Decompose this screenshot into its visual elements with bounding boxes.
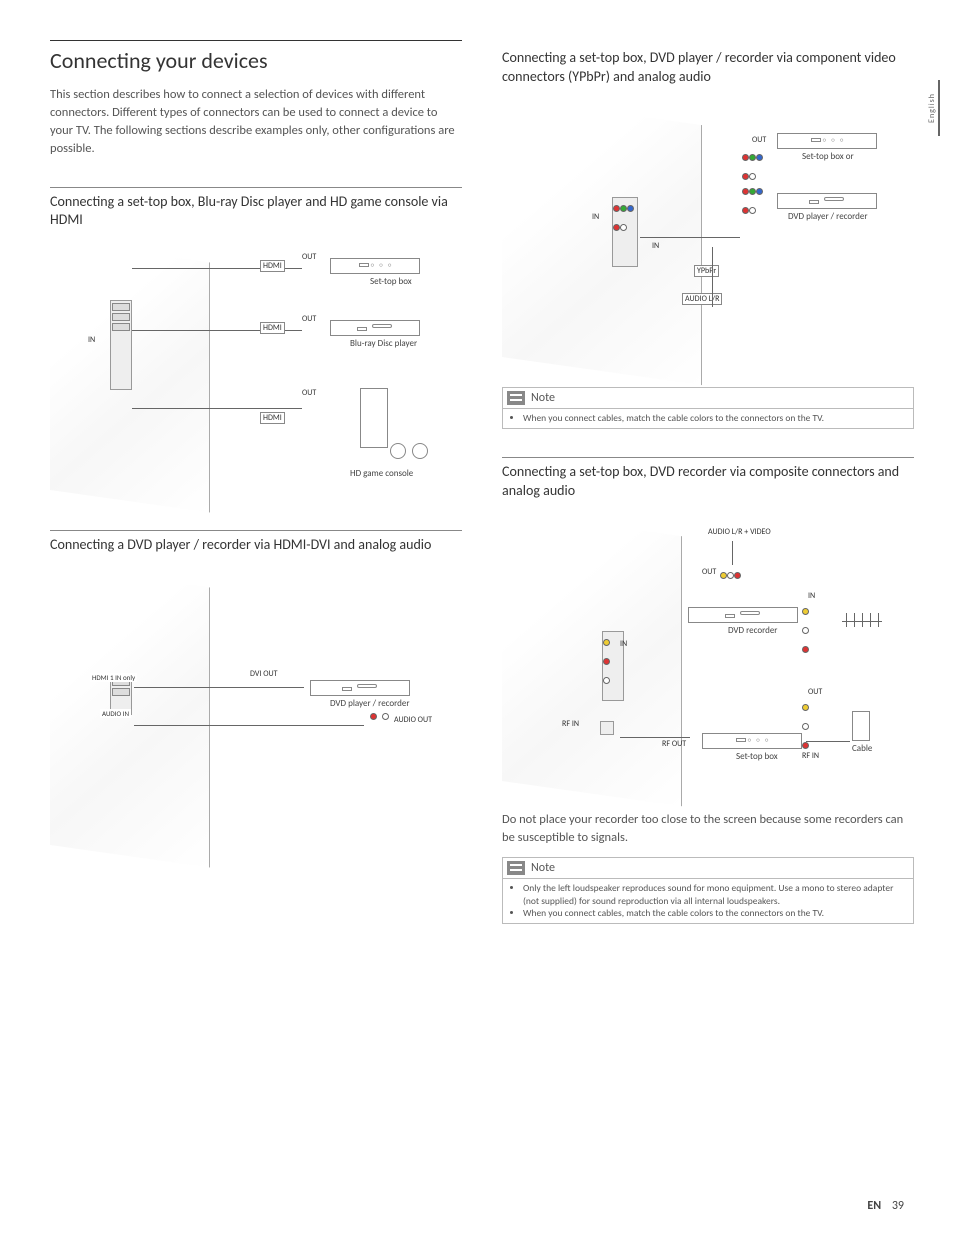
footer-page: 39: [892, 1199, 904, 1213]
footer-lang: EN: [867, 1199, 881, 1213]
note-body-1: When you connect cables, match the cable…: [503, 409, 913, 428]
section2-heading: Connecting a DVD player / recorder via H…: [50, 530, 462, 555]
label-out-stb: OUT: [808, 687, 822, 697]
label-out-1: OUT: [752, 135, 766, 145]
note-body-2: Only the left loudspeaker reproduces sou…: [503, 879, 913, 923]
section3-heading: Connecting a set-top box, DVD player / r…: [502, 44, 914, 87]
note-icon: [507, 391, 525, 405]
label-in-cable: IN: [652, 241, 659, 251]
page-footer: EN 39: [867, 1199, 904, 1213]
language-tab: English: [926, 80, 940, 136]
label-hdmi1-in: HDMI 1 IN only: [90, 673, 137, 682]
label-out-2: OUT: [302, 314, 316, 324]
note-box-1: Note When you connect cables, match the …: [502, 387, 914, 429]
note-title-2: Note: [531, 861, 555, 875]
label-hdmi-2: HDMI: [260, 322, 285, 334]
label-audio-in: AUDIO IN: [100, 709, 131, 718]
label-in-tv2: IN: [620, 639, 627, 649]
note-item: When you connect cables, match the cable…: [523, 412, 899, 424]
label-in-tv: IN: [592, 212, 599, 222]
right-column: Connecting a set-top box, DVD player / r…: [502, 40, 914, 952]
label-hdmi-1: HDMI: [260, 260, 285, 272]
label-out-1: OUT: [302, 252, 316, 262]
label-in-dvd: IN: [808, 591, 815, 601]
label-dvd: DVD player / recorder: [330, 698, 410, 709]
label-rfout: RF OUT: [662, 739, 686, 749]
label-in: IN: [88, 335, 95, 345]
label-rfin-tv: RF IN: [562, 719, 579, 729]
label-settop: Set-top box: [370, 276, 412, 287]
diagram-composite: RF IN AUDIO L/R + VIDEO OUT DVD recorder…: [502, 511, 914, 781]
page-title: Connecting your devices: [50, 40, 462, 74]
section4-heading: Connecting a set-top box, DVD recorder v…: [502, 457, 914, 501]
label-dvd-rec: DVD player / recorder: [788, 211, 868, 222]
note-title-1: Note: [531, 391, 555, 405]
label-out-3: OUT: [302, 388, 316, 398]
diagram-ypbpr: IN OUT ○ ○ ○ Set-top box or OUT DVD play…: [502, 97, 914, 357]
label-ypbpr: YPbPr: [694, 265, 719, 277]
label-rfin-stb: RF IN: [802, 751, 819, 761]
note-box-2: Note Only the left loudspeaker reproduce…: [502, 857, 914, 924]
diagram-hdmi-dvi: HDMI 1 IN only AUDIO IN DVI OUT DVD play…: [50, 565, 462, 845]
diagram-hdmi: IN HDMI OUT ○ ○ ○ Set-top box HDMI OUT B…: [50, 240, 462, 500]
label-dvi-out: DVI OUT: [250, 669, 278, 679]
label-settop2: Set-top box: [736, 751, 778, 762]
label-out-top: OUT: [702, 567, 716, 577]
label-bluray: Blu-ray Disc player: [350, 338, 417, 349]
label-settop-or: Set-top box or: [802, 151, 854, 162]
left-column: Connecting your devices This section des…: [50, 40, 462, 952]
label-dvd-rec2: DVD recorder: [728, 625, 777, 636]
label-av: AUDIO L/R + VIDEO: [708, 527, 771, 537]
label-console: HD game console: [350, 468, 413, 479]
language-label: English: [927, 93, 937, 123]
note-item: When you connect cables, match the cable…: [523, 907, 899, 919]
note-item: Only the left loudspeaker reproduces sou…: [523, 882, 899, 907]
label-cable: Cable: [852, 743, 872, 754]
section4-body: Do not place your recorder too close to …: [502, 811, 914, 847]
section1-heading: Connecting a set-top box, Blu-ray Disc p…: [50, 187, 462, 231]
intro-text: This section describes how to connect a …: [50, 86, 462, 159]
note-icon: [507, 861, 525, 875]
label-audiolr: AUDIO L/R: [682, 293, 722, 305]
label-audio-out: AUDIO OUT: [394, 715, 432, 725]
label-hdmi-3: HDMI: [260, 412, 285, 424]
